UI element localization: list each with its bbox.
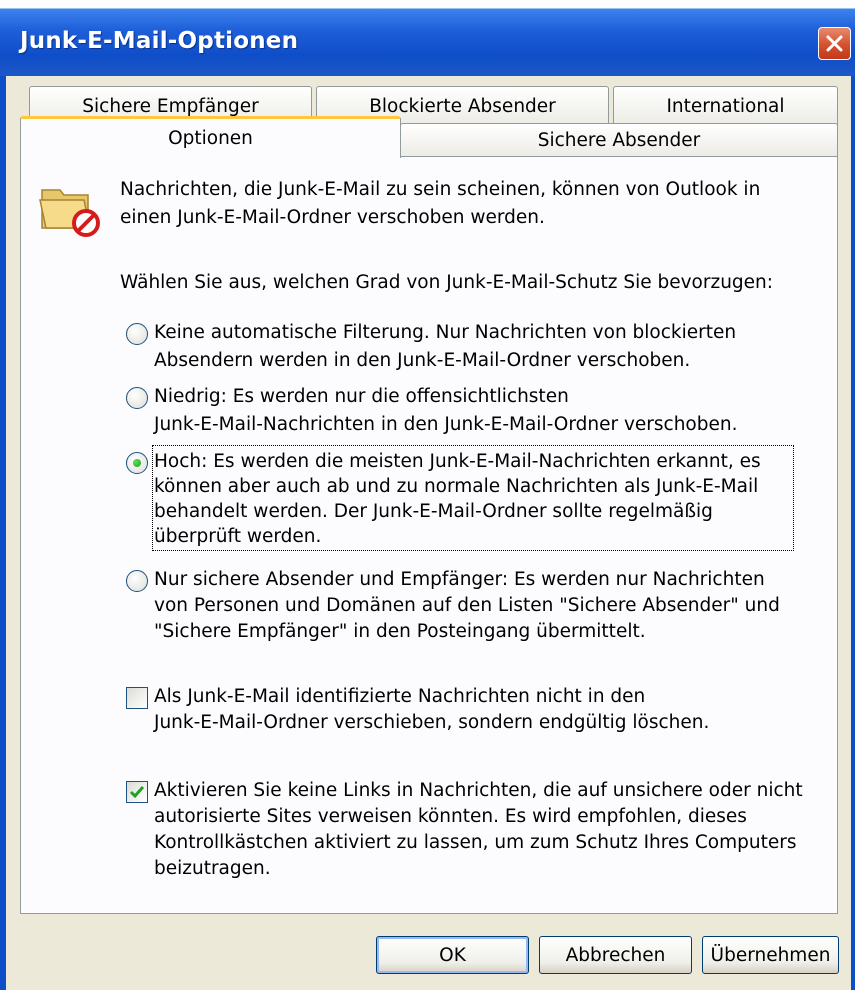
option-label-line: Nur sichere Absender und Empfänger: Es w… — [154, 569, 765, 590]
intro-line-1: Nachrichten, die Junk-E-Mail zu sein sch… — [120, 179, 761, 200]
option-label-line: überprüft werden. — [154, 526, 322, 547]
radio-selected-dot — [133, 459, 141, 467]
checkbox-label-line: autorisierte Sites verweisen könnten. Es… — [154, 806, 747, 827]
option-label-line: Keine automatische Filterung. Nur Nachri… — [154, 322, 737, 343]
radio-niedrig[interactable] — [126, 387, 148, 409]
radio-keine-filterung[interactable] — [126, 323, 148, 345]
checkbox-label-line: Aktivieren Sie keine Links in Nachrichte… — [154, 780, 803, 801]
checkbox-label-line: Als Junk-E-Mail identifizierte Nachricht… — [154, 686, 646, 707]
option-label-line: Absendern werden in den Junk-E-Mail-Ordn… — [154, 350, 691, 371]
intro-line-2: einen Junk-E-Mail-Ordner verschoben werd… — [120, 207, 545, 228]
checkbox-label-line: Kontrollkästchen aktiviert zu lassen, um… — [154, 832, 797, 853]
dialog-window: Junk-E-Mail-Optionen Sichere Empfänger B… — [0, 0, 855, 990]
option-label-line: von Personen und Domänen auf den Listen … — [154, 595, 780, 616]
checkbox-label-line: Junk-E-Mail-Ordner verschieben, sondern … — [154, 712, 710, 733]
checkbox-endgueltig-loeschen[interactable] — [126, 687, 148, 709]
option-label-line: Junk-E-Mail-Nachrichten in den Junk-E-Ma… — [154, 414, 738, 435]
option-label-line: "Sichere Empfänger" in den Posteingang ü… — [154, 621, 646, 642]
radio-nur-sichere[interactable] — [126, 570, 148, 592]
checkbox-keine-links[interactable] — [126, 781, 148, 803]
checkmark-icon — [129, 786, 145, 799]
protection-level-prompt: Wählen Sie aus, welchen Grad von Junk-E-… — [120, 272, 774, 293]
option-label-line: Niedrig: Es werden nur die offensichtlic… — [154, 386, 569, 407]
radio-hoch[interactable] — [126, 452, 148, 474]
panel-content: Nachrichten, die Junk-E-Mail zu sein sch… — [0, 0, 855, 990]
junk-folder-icon — [39, 189, 100, 237]
checkbox-label-line: beizutragen. — [154, 858, 271, 879]
